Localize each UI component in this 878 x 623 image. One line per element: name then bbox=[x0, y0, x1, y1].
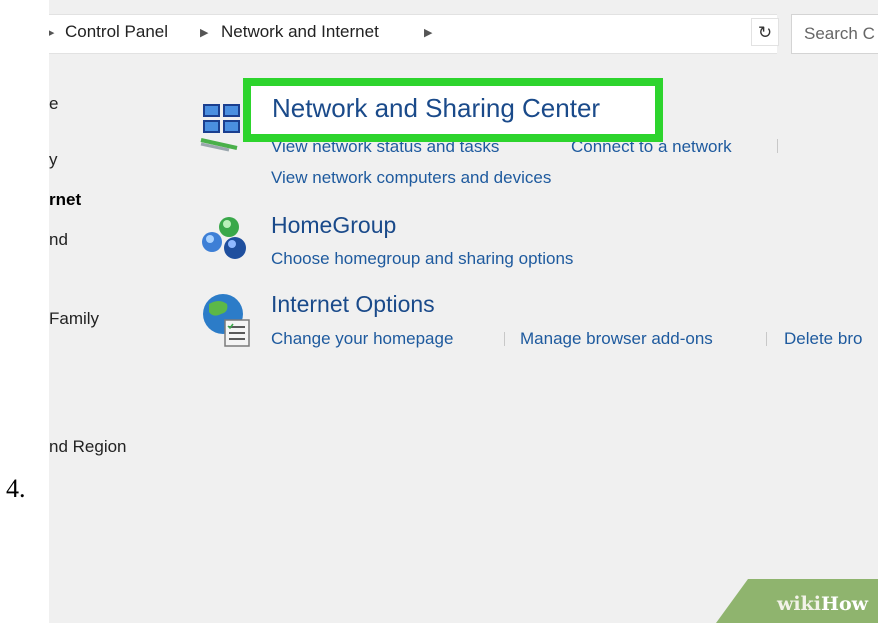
sidebar-item-1[interactable]: e bbox=[49, 94, 58, 114]
breadcrumb-network-and-internet[interactable]: Network and Internet bbox=[221, 22, 379, 42]
link-divider bbox=[766, 332, 767, 346]
search-input[interactable]: Search C bbox=[791, 14, 878, 54]
network-sharing-icon[interactable] bbox=[199, 100, 247, 154]
manage-addons-link[interactable]: Manage browser add-ons bbox=[520, 329, 713, 349]
link-divider bbox=[777, 139, 778, 153]
step-number: 4. bbox=[6, 474, 26, 503]
choose-homegroup-link[interactable]: Choose homegroup and sharing options bbox=[271, 249, 573, 269]
breadcrumb-separator-icon: ▶ bbox=[424, 27, 433, 39]
change-homepage-link[interactable]: Change your homepage bbox=[271, 329, 453, 349]
internet-options-icon[interactable] bbox=[199, 290, 255, 350]
delete-browsing-history-link[interactable]: Delete bro bbox=[784, 329, 862, 349]
internet-options-title[interactable]: Internet Options bbox=[271, 291, 435, 318]
control-panel-screenshot: ▶ Control Panel ▶ Network and Internet ▶… bbox=[49, 0, 878, 623]
highlight-box: Network and Sharing Center bbox=[243, 78, 663, 142]
wikihow-watermark-text: wikiHow bbox=[777, 593, 868, 615]
wikihow-wiki-text: wiki bbox=[777, 593, 822, 615]
sidebar-item-4[interactable]: nd bbox=[49, 230, 68, 250]
link-divider bbox=[504, 332, 505, 346]
sidebar-item-family[interactable]: Family bbox=[49, 309, 99, 329]
breadcrumb-control-panel[interactable]: Control Panel bbox=[65, 22, 168, 42]
sidebar-item-2[interactable]: y bbox=[49, 150, 58, 170]
sidebar-item-region[interactable]: nd Region bbox=[49, 437, 127, 457]
sidebar-item-network-and-internet[interactable]: rnet bbox=[49, 190, 81, 210]
refresh-icon[interactable]: ↻ bbox=[751, 18, 779, 46]
address-bar: ▶ Control Panel ▶ Network and Internet ▶… bbox=[49, 6, 878, 62]
breadcrumb-separator-icon: ▶ bbox=[200, 27, 209, 39]
view-network-computers-link[interactable]: View network computers and devices bbox=[271, 168, 551, 188]
highlight-inner: Network and Sharing Center bbox=[251, 86, 655, 134]
wikihow-how-text: How bbox=[821, 593, 868, 615]
homegroup-title[interactable]: HomeGroup bbox=[271, 212, 396, 239]
homegroup-icon[interactable] bbox=[199, 214, 255, 266]
breadcrumb-separator-icon: ▶ bbox=[49, 27, 55, 39]
network-sharing-center-title[interactable]: Network and Sharing Center bbox=[272, 93, 600, 124]
